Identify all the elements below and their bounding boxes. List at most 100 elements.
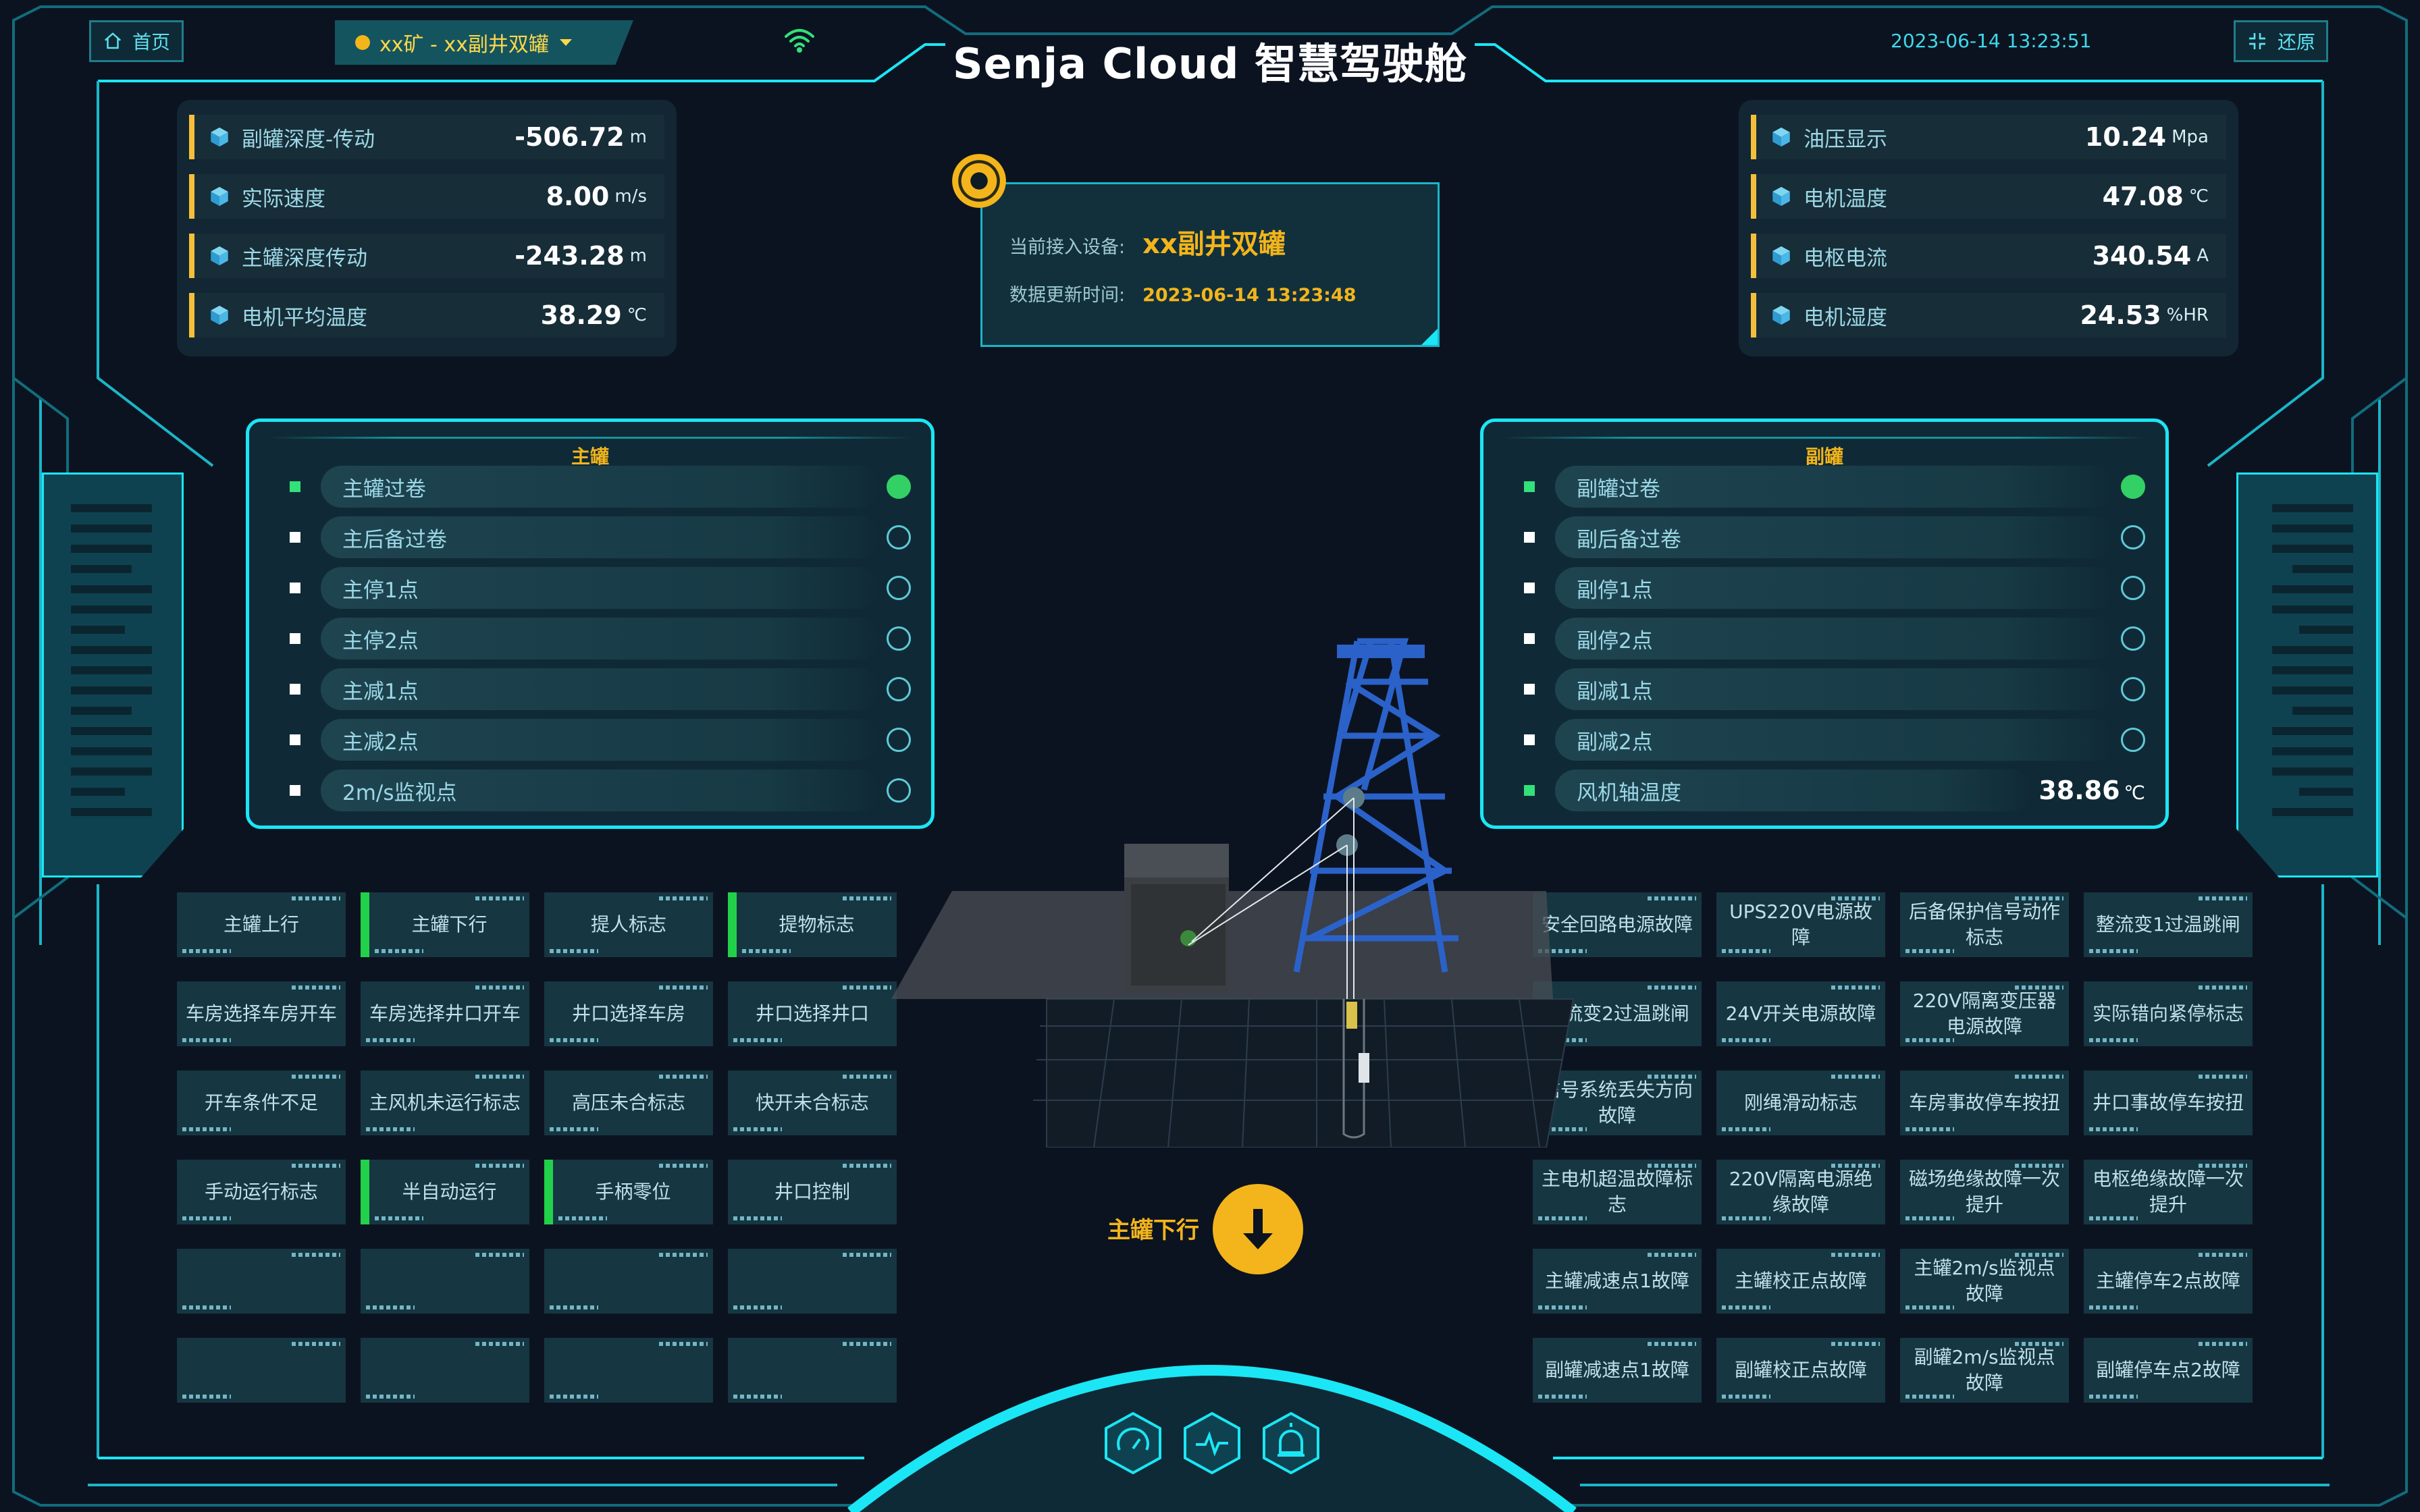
- fault-flag-tile[interactable]: 井口事故停车按扭: [2084, 1071, 2253, 1135]
- metrics-panel-left: 副罐深度-传动 -506.72 m 实际速度 8.00 m/s 主罐深度传动 -…: [177, 100, 677, 356]
- tile-corner-dash: [2015, 986, 2063, 990]
- fault-flag-tile[interactable]: 主罐2m/s监视点故障: [1900, 1249, 2069, 1314]
- fault-flag-tile-label: 副罐减速点1故障: [1545, 1359, 1689, 1381]
- fault-flag-tile[interactable]: 车房事故停车按扭: [1900, 1071, 2069, 1135]
- status-bullet: [290, 734, 300, 745]
- fault-flag-tile-label: 220V隔离电源绝缘故障: [1729, 1168, 1873, 1216]
- tile-corner-dash: [292, 1164, 340, 1168]
- metric-unit: A: [2197, 246, 2209, 266]
- status-bullet: [290, 583, 300, 593]
- update-time-value: 2023-06-14 13:23:48: [1142, 285, 1357, 306]
- control-flag-tile-label: 主罐下行: [411, 913, 488, 936]
- restore-button[interactable]: 还原: [2234, 20, 2328, 62]
- tile-corner-dash: [292, 1342, 340, 1346]
- control-flag-tile[interactable]: [728, 1338, 897, 1403]
- gauge-nav-button[interactable]: [1099, 1409, 1167, 1477]
- tile-corner-dash: [1538, 1216, 1587, 1220]
- tile-corner-dash: [659, 1342, 708, 1346]
- tile-corner-dash: [475, 1253, 524, 1257]
- metric-label: 实际速度: [242, 186, 325, 211]
- alarm-icon: [1263, 1411, 1319, 1475]
- control-flag-tile[interactable]: 车房选择井口开车: [361, 981, 529, 1046]
- control-flag-tile[interactable]: 半自动运行: [361, 1160, 529, 1224]
- control-flag-tile[interactable]: 开车条件不足: [177, 1071, 346, 1135]
- fault-flag-tile[interactable]: 220V隔离变压器电源故障: [1900, 981, 2069, 1046]
- control-flag-tile[interactable]: 提人标志: [544, 892, 713, 957]
- fault-flag-tile[interactable]: 副罐停车点2故障: [2084, 1338, 2253, 1403]
- control-flag-tile[interactable]: [361, 1338, 529, 1403]
- hoist-house: [1124, 844, 1229, 992]
- mine-select[interactable]: xx矿 - xx副井双罐: [335, 20, 633, 65]
- control-flag-tile[interactable]: 主风机未运行标志: [361, 1071, 529, 1135]
- status-bullet: [290, 785, 300, 796]
- home-button[interactable]: 首页: [89, 20, 184, 62]
- status-row: 主减2点: [290, 718, 911, 761]
- fault-flag-tile[interactable]: 整流变1过温跳闸: [2084, 892, 2253, 957]
- fault-flag-tile-label: 电枢绝缘故障一次提升: [2092, 1168, 2244, 1216]
- fault-flag-tile[interactable]: 220V隔离电源绝缘故障: [1716, 1160, 1885, 1224]
- control-flag-tile[interactable]: 井口控制: [728, 1160, 897, 1224]
- control-flag-tile[interactable]: [177, 1249, 346, 1314]
- fault-flag-tile[interactable]: 主电机超温故障标志: [1533, 1160, 1702, 1224]
- cube-icon: [211, 246, 228, 266]
- control-flag-tile[interactable]: [361, 1249, 529, 1314]
- status-label: 主减1点: [321, 668, 880, 710]
- metric-value: 340.54: [2092, 241, 2192, 271]
- fan-temp-label: 风机轴温度: [1555, 770, 2032, 811]
- metric-label: 主罐深度传动: [242, 246, 367, 271]
- metric-row: 电机湿度 24.53 %HR: [1751, 293, 2226, 338]
- restore-icon: [2248, 33, 2265, 49]
- control-flag-tile[interactable]: 车房选择车房开车: [177, 981, 346, 1046]
- tile-corner-dash: [2015, 896, 2063, 900]
- fault-flag-tile[interactable]: 后备保护信号动作标志: [1900, 892, 2069, 957]
- control-flag-tile[interactable]: 手柄零位: [544, 1160, 713, 1224]
- fault-flag-tile[interactable]: 24V开关电源故障: [1716, 981, 1885, 1046]
- control-flag-tile[interactable]: [728, 1249, 897, 1314]
- metric-row: 实际速度 8.00 m/s: [189, 174, 664, 219]
- fault-flag-tile[interactable]: 刚绳滑动标志: [1716, 1071, 1885, 1135]
- control-flag-tile[interactable]: 主罐上行: [177, 892, 346, 957]
- fault-flag-tile[interactable]: 实际错向紧停标志: [2084, 981, 2253, 1046]
- fault-flag-tile[interactable]: 副罐校正点故障: [1716, 1338, 1885, 1403]
- control-flag-tile[interactable]: 高压未合标志: [544, 1071, 713, 1135]
- control-flag-tile[interactable]: [544, 1249, 713, 1314]
- tile-corner-dash: [2015, 1342, 2063, 1346]
- status-row: 风机轴温度 38.86 ℃: [1524, 769, 2145, 812]
- control-flag-tile[interactable]: 主罐下行: [361, 892, 529, 957]
- fault-flag-tile[interactable]: 副罐减速点1故障: [1533, 1338, 1702, 1403]
- tile-corner-dash: [558, 1216, 607, 1220]
- tile-corner-dash: [375, 1216, 423, 1220]
- pulse-nav-button[interactable]: [1178, 1409, 1246, 1477]
- gauge-icon: [1105, 1411, 1161, 1475]
- fault-flag-tile[interactable]: UPS220V电源故障: [1716, 892, 1885, 957]
- control-flag-tile-label: 半自动运行: [402, 1181, 497, 1203]
- tile-corner-dash: [1831, 1253, 1880, 1257]
- cube-icon: [1772, 305, 1790, 325]
- aux-tank-panel: 副罐 副罐过卷 副后备过卷 副停1点 副停2点 副减1点 副减2点 风机轴温度 …: [1480, 418, 2169, 829]
- metric-row: 电机温度 47.08 ℃: [1751, 174, 2226, 219]
- metric-row: 电枢电流 340.54 A: [1751, 234, 2226, 278]
- control-flag-tile[interactable]: [544, 1338, 713, 1403]
- fault-flag-tile[interactable]: 磁场绝缘故障一次提升: [1900, 1160, 2069, 1224]
- tile-corner-dash: [550, 949, 598, 953]
- wifi-icon: [785, 29, 814, 53]
- tile-corner-dash: [843, 1164, 891, 1168]
- status-label: 副停2点: [1555, 618, 2114, 659]
- fault-flag-tile[interactable]: 主罐停车2点故障: [2084, 1249, 2253, 1314]
- metric-unit: m/s: [614, 186, 647, 207]
- control-flag-tile[interactable]: [177, 1338, 346, 1403]
- fault-flag-tile[interactable]: 电枢绝缘故障一次提升: [2084, 1160, 2253, 1224]
- fault-flag-tile[interactable]: 主罐减速点1故障: [1533, 1249, 1702, 1314]
- fault-flag-tile[interactable]: 主罐校正点故障: [1716, 1249, 1885, 1314]
- control-flag-tile[interactable]: 井口选择车房: [544, 981, 713, 1046]
- tile-corner-dash: [182, 1038, 231, 1042]
- metric-value: 24.53: [2080, 300, 2161, 330]
- corner-mark: [1421, 329, 1438, 345]
- fault-flag-tile[interactable]: 副罐2m/s监视点故障: [1900, 1338, 2069, 1403]
- tile-corner-dash: [182, 1216, 231, 1220]
- fault-flag-tile-label: 刚绳滑动标志: [1743, 1091, 1858, 1114]
- tile-corner-dash: [1831, 986, 1880, 990]
- status-label: 2m/s监视点: [321, 770, 880, 811]
- control-flag-tile[interactable]: 手动运行标志: [177, 1160, 346, 1224]
- alarm-nav-button[interactable]: [1257, 1409, 1325, 1477]
